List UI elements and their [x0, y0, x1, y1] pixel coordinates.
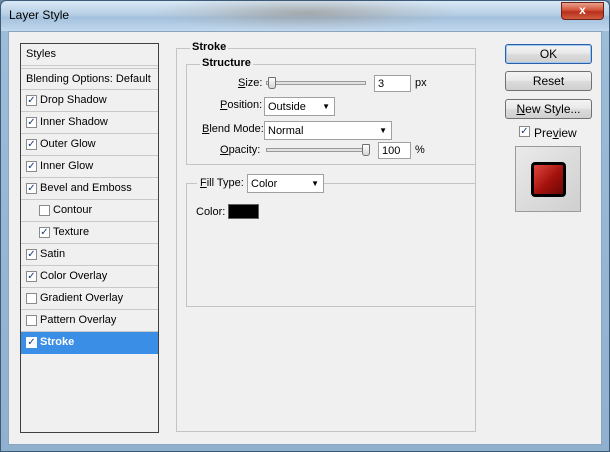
- style-item-color-overlay[interactable]: ✓ Color Overlay: [21, 266, 158, 288]
- fill-type-label: Fill Type:: [197, 177, 247, 189]
- style-item-checkbox[interactable]: ✓: [39, 227, 50, 238]
- position-label: Position:: [220, 99, 263, 111]
- close-icon: x: [579, 3, 586, 17]
- style-item-checkbox[interactable]: ✓: [26, 139, 37, 150]
- style-item-checkbox[interactable]: [39, 205, 50, 216]
- title-bar-glow: [151, 1, 461, 31]
- chevron-down-icon: ▼: [322, 102, 330, 111]
- reset-button[interactable]: Reset: [505, 71, 592, 91]
- preview-checkbox[interactable]: ✓: [519, 126, 530, 137]
- style-item-drop-shadow[interactable]: ✓ Drop Shadow: [21, 90, 158, 112]
- chevron-down-icon: ▼: [311, 179, 319, 188]
- style-item-label: Pattern Overlay: [40, 314, 117, 326]
- style-item-label: Satin: [40, 248, 66, 260]
- style-item-checkbox[interactable]: [26, 293, 37, 304]
- style-item-checkbox[interactable]: [26, 315, 37, 326]
- opacity-input[interactable]: 100: [378, 142, 411, 159]
- opacity-slider-track[interactable]: [266, 148, 370, 152]
- style-item-contour[interactable]: Contour: [21, 200, 158, 222]
- new-style-button[interactable]: New Style...: [505, 99, 592, 119]
- style-item-stroke[interactable]: ✓ Stroke: [21, 332, 158, 354]
- fill-type-value: Color: [251, 178, 278, 190]
- style-item-label: Inner Glow: [40, 160, 94, 172]
- style-item-inner-shadow[interactable]: ✓ Inner Shadow: [21, 112, 158, 134]
- preview-label[interactable]: Preview: [534, 126, 577, 140]
- size-unit: px: [415, 77, 427, 89]
- position-select[interactable]: Outside ▼: [264, 97, 335, 116]
- dialog-client-area: Styles Blending Options: Default ✓ Drop S…: [8, 31, 602, 445]
- style-item-checkbox[interactable]: ✓: [26, 117, 37, 128]
- blend-mode-value: Normal: [268, 125, 304, 137]
- blend-mode-label: Blend Mode:: [202, 123, 264, 135]
- size-input[interactable]: 3: [374, 75, 411, 92]
- style-item-label: Contour: [53, 204, 93, 216]
- style-item-checkbox[interactable]: ✓: [26, 95, 37, 106]
- style-item-satin[interactable]: ✓ Satin: [21, 244, 158, 266]
- style-item-checkbox[interactable]: ✓: [26, 249, 37, 260]
- style-item-texture[interactable]: ✓ Texture: [21, 222, 158, 244]
- style-item-gradient-overlay[interactable]: Gradient Overlay: [21, 288, 158, 310]
- close-button[interactable]: x: [561, 2, 604, 20]
- style-item-label: Gradient Overlay: [40, 292, 124, 304]
- blend-mode-select[interactable]: Normal ▼: [264, 121, 392, 140]
- stroke-color-swatch[interactable]: [228, 204, 259, 219]
- style-item-checkbox[interactable]: ✓: [26, 271, 37, 282]
- style-item-bevel-and-emboss[interactable]: ✓ Bevel and Emboss: [21, 178, 158, 200]
- fill-type-select[interactable]: Color ▼: [247, 174, 324, 193]
- blending-options-item[interactable]: Blending Options: Default: [21, 68, 158, 90]
- position-value: Outside: [268, 101, 306, 113]
- style-item-outer-glow[interactable]: ✓ Outer Glow: [21, 134, 158, 156]
- style-item-checkbox[interactable]: ✓: [26, 161, 37, 172]
- structure-title: Structure: [200, 57, 253, 69]
- style-preview: [515, 146, 581, 212]
- size-label: Size:: [238, 77, 263, 89]
- style-item-label: Outer Glow: [40, 138, 96, 150]
- style-item-label: Stroke: [40, 336, 75, 348]
- color-label: Color:: [196, 206, 226, 218]
- style-item-label: Bevel and Emboss: [40, 182, 132, 194]
- stroke-title: Stroke: [190, 41, 229, 53]
- style-item-pattern-overlay[interactable]: Pattern Overlay: [21, 310, 158, 332]
- styles-list: Styles Blending Options: Default ✓ Drop S…: [20, 43, 159, 433]
- style-item-inner-glow[interactable]: ✓ Inner Glow: [21, 156, 158, 178]
- size-slider-track[interactable]: [266, 81, 366, 85]
- style-item-label: Drop Shadow: [40, 94, 107, 106]
- styles-header-label: Styles: [26, 48, 56, 60]
- style-preview-thumbnail: [531, 162, 566, 197]
- style-item-label: Texture: [53, 226, 90, 238]
- ok-button[interactable]: OK: [505, 44, 592, 64]
- fill-type-group: [186, 183, 476, 307]
- styles-header[interactable]: Styles: [21, 44, 158, 66]
- style-item-label: Color Overlay: [40, 270, 108, 282]
- size-slider-thumb[interactable]: [267, 77, 276, 89]
- style-item-checkbox[interactable]: ✓: [26, 183, 37, 194]
- style-item-checkbox[interactable]: ✓: [26, 337, 37, 348]
- opacity-label: Opacity:: [220, 144, 261, 156]
- layer-style-window: Layer Style x Styles Blending Options: D…: [0, 0, 610, 452]
- opacity-slider-thumb[interactable]: [362, 144, 370, 156]
- title-bar[interactable]: Layer Style x: [1, 1, 609, 31]
- blending-options-label: Blending Options: Default: [26, 73, 151, 85]
- style-item-label: Inner Shadow: [40, 116, 108, 128]
- window-title: Layer Style: [9, 8, 70, 22]
- chevron-down-icon: ▼: [379, 126, 387, 135]
- opacity-unit: %: [415, 144, 425, 156]
